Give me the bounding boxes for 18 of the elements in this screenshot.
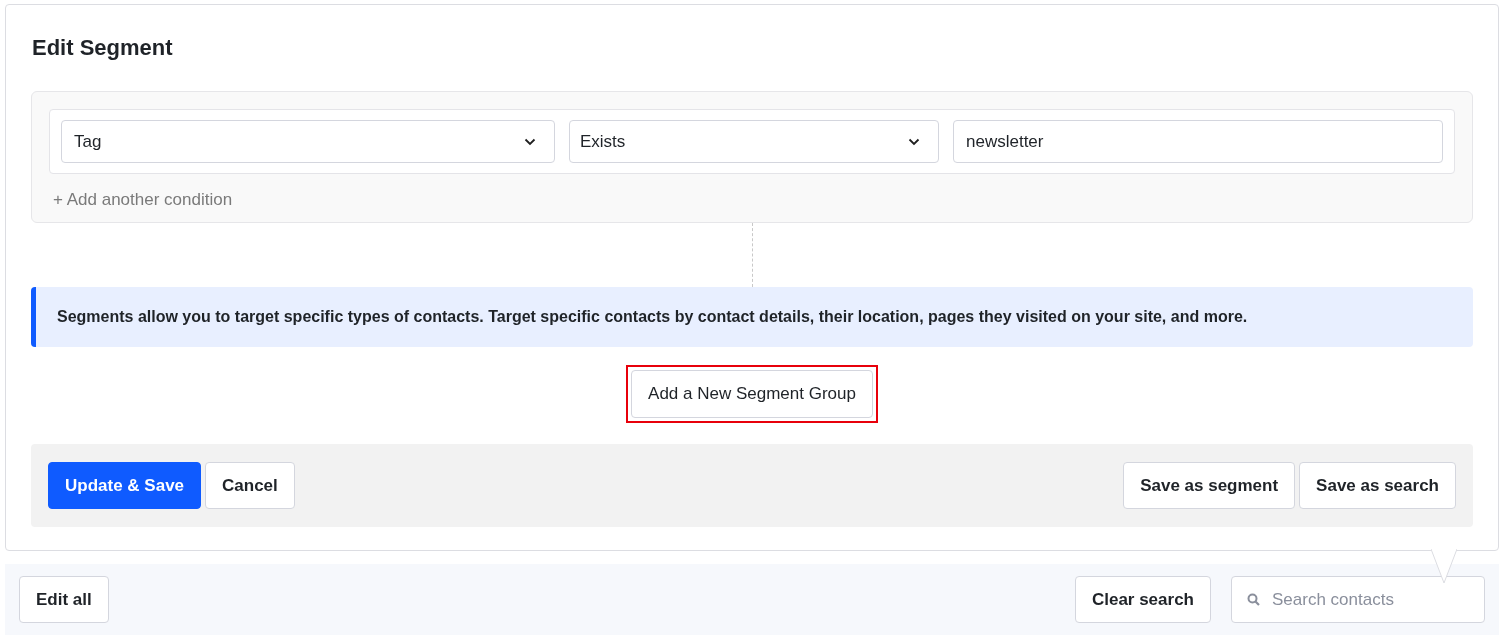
panel-title: Edit Segment <box>32 34 173 62</box>
action-button[interactable]: Save as search <box>1299 462 1456 509</box>
info-text: Segments allow you to target specific types of contacts. Target specific contacts by contact details, their location, pages they visited on your site, and more. <box>57 307 1248 327</box>
chevron-down-icon <box>524 137 536 146</box>
chevron-down-icon <box>908 137 920 146</box>
action-button[interactable]: Update & Save <box>48 462 202 509</box>
operator-select[interactable]: Exists <box>569 120 939 163</box>
select-value: Exists <box>580 130 626 153</box>
action-button[interactable]: Save as segment <box>1123 462 1296 509</box>
field-select[interactable]: Tag <box>61 120 555 163</box>
select-value: Tag <box>74 130 102 153</box>
value-input[interactable]: newsletter <box>953 120 1443 163</box>
edit-all-button[interactable]: Edit all <box>19 576 109 623</box>
action-button[interactable]: Cancel <box>205 462 295 509</box>
add-segment-group-button[interactable]: Add a New Segment Group <box>631 370 873 418</box>
search-icon <box>1247 593 1260 606</box>
add-condition-link[interactable]: + Add another condition <box>53 187 233 213</box>
clear-search-button[interactable]: Clear search <box>1074 576 1211 623</box>
